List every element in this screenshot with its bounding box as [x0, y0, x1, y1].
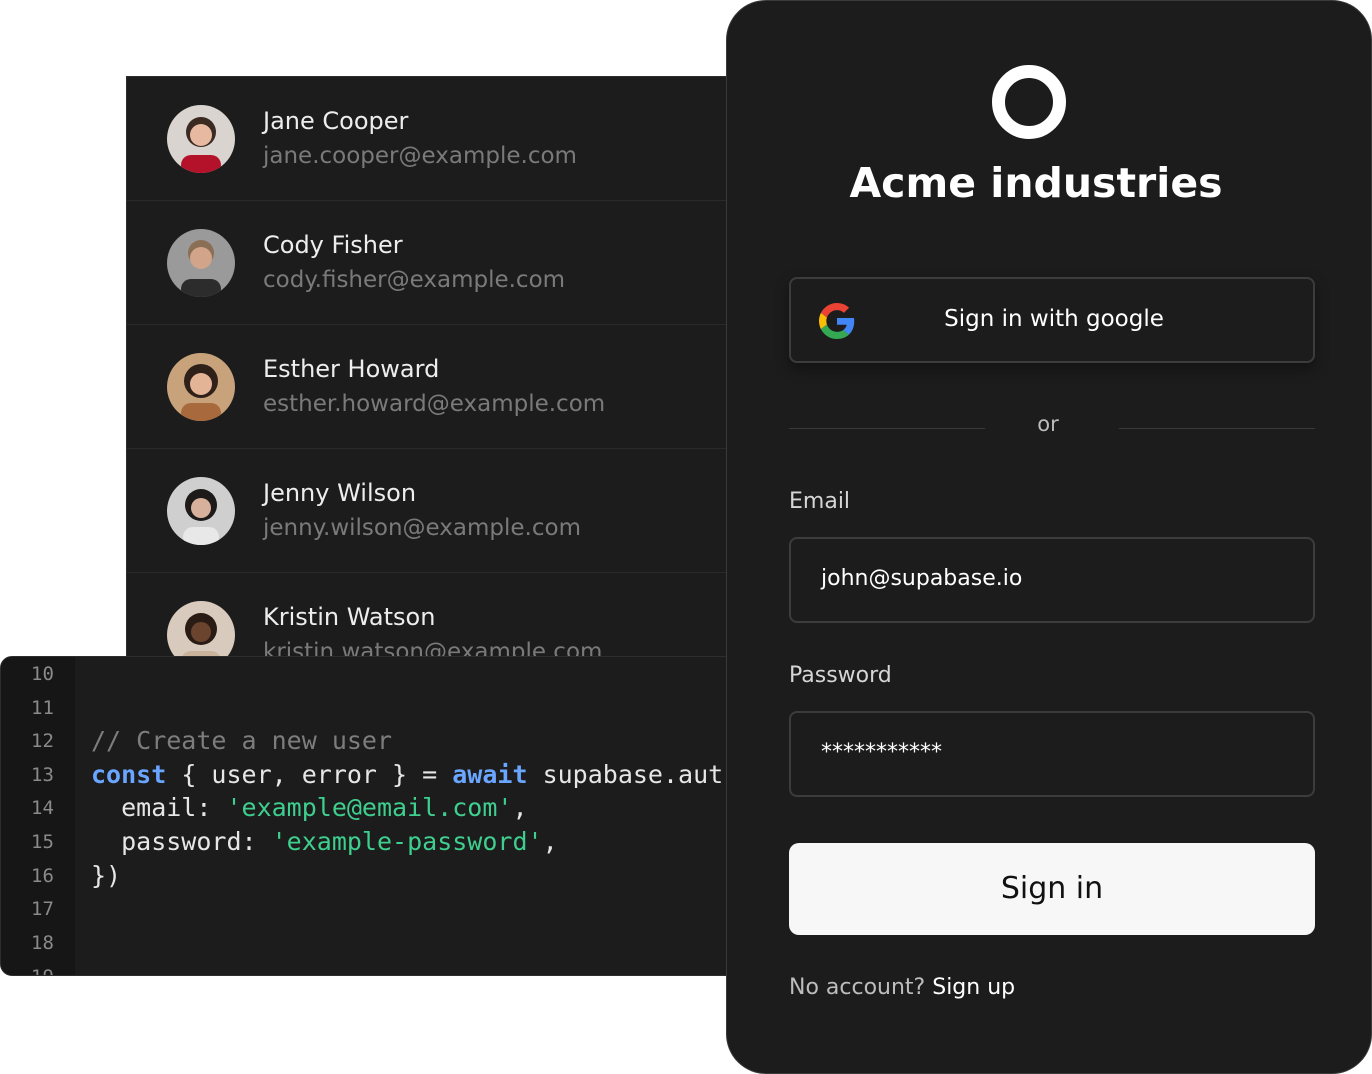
code-plain: email:	[91, 793, 227, 822]
code-comment: // Create a new user	[91, 726, 393, 755]
code-string: 'example@email.com'	[226, 793, 513, 822]
line-number: 16	[31, 865, 54, 887]
user-email: esther.howard@example.com	[263, 391, 606, 417]
user-row[interactable]: Esther Howard esther.howard@example.com	[127, 325, 765, 449]
code-line: 19	[1, 960, 759, 975]
code-plain: { user, error } =	[166, 760, 453, 789]
sign-up-link[interactable]: Sign up	[932, 975, 1015, 1000]
avatar	[167, 477, 235, 545]
brand-name: Acme industries	[849, 159, 1223, 207]
auth-card: Acme industries Sign in with google or E…	[726, 0, 1372, 1074]
code-plain: })	[91, 861, 122, 890]
user-row[interactable]: Jenny Wilson jenny.wilson@example.com	[127, 449, 765, 573]
code-text: const { user, error } = await supabase.a…	[91, 758, 723, 792]
google-signin-label: Sign in with google	[944, 306, 1164, 332]
code-line: 15 password: 'example-password',	[1, 825, 759, 859]
email-label: Email	[789, 489, 851, 514]
user-row[interactable]: Cody Fisher cody.fisher@example.com	[127, 201, 765, 325]
line-number: 14	[31, 797, 54, 819]
code-keyword: const	[91, 760, 167, 789]
code-plain: password:	[91, 827, 272, 856]
divider-text: or	[1037, 412, 1059, 436]
line-number: 19	[31, 966, 54, 975]
signup-row: No account? Sign up	[789, 975, 1015, 1000]
code-line: 13 const { user, error } = await supabas…	[1, 758, 759, 792]
google-signin-button[interactable]: Sign in with google	[789, 277, 1315, 363]
password-field[interactable]: ***********	[789, 711, 1315, 797]
user-name: Kristin Watson	[263, 603, 436, 631]
users-list-panel: Jane Cooper jane.cooper@example.com Cody…	[126, 76, 766, 696]
avatar	[167, 105, 235, 173]
user-row[interactable]: Jane Cooper jane.cooper@example.com	[127, 77, 765, 201]
user-email: jane.cooper@example.com	[263, 143, 577, 169]
user-name: Cody Fisher	[263, 231, 403, 259]
code-line: 11	[1, 691, 759, 725]
signup-prefix: No account?	[789, 975, 926, 1000]
code-line: 12 // Create a new user	[1, 724, 759, 758]
user-name: Jane Cooper	[263, 107, 409, 135]
divider-line-right	[1119, 428, 1315, 429]
brand-logo-icon	[992, 65, 1066, 139]
code-plain: ,	[512, 793, 528, 822]
email-field[interactable]: john@supabase.io	[789, 537, 1315, 623]
line-number: 11	[31, 697, 54, 719]
line-number: 15	[31, 831, 54, 853]
code-keyword: await	[452, 760, 528, 789]
code-line: 14 email: 'example@email.com',	[1, 791, 759, 825]
code-text: password: 'example-password',	[91, 825, 558, 859]
code-line: 16 })	[1, 859, 759, 893]
user-email: cody.fisher@example.com	[263, 267, 566, 293]
avatar	[167, 229, 235, 297]
code-plain: supabase.aut	[527, 760, 724, 789]
user-name: Esther Howard	[263, 355, 440, 383]
line-number: 13	[31, 764, 54, 786]
avatar	[167, 353, 235, 421]
user-email: jenny.wilson@example.com	[263, 515, 581, 541]
code-line: 17	[1, 892, 759, 926]
line-number: 12	[31, 730, 54, 752]
code-string: 'example-password'	[271, 827, 543, 856]
password-label: Password	[789, 663, 892, 688]
app-stage: Jane Cooper jane.cooper@example.com Cody…	[0, 0, 1372, 1074]
code-plain: ,	[542, 827, 558, 856]
line-number: 10	[31, 663, 54, 685]
code-editor-panel: 10 11 12 // Create a new user 13 const {…	[0, 656, 760, 976]
code-line: 18	[1, 926, 759, 960]
line-number: 18	[31, 932, 54, 954]
code-line: 10	[1, 657, 759, 691]
sign-in-button[interactable]: Sign in	[789, 843, 1315, 935]
user-name: Jenny Wilson	[263, 479, 417, 507]
line-number: 17	[31, 898, 54, 920]
code-text: email: 'example@email.com',	[91, 791, 528, 825]
